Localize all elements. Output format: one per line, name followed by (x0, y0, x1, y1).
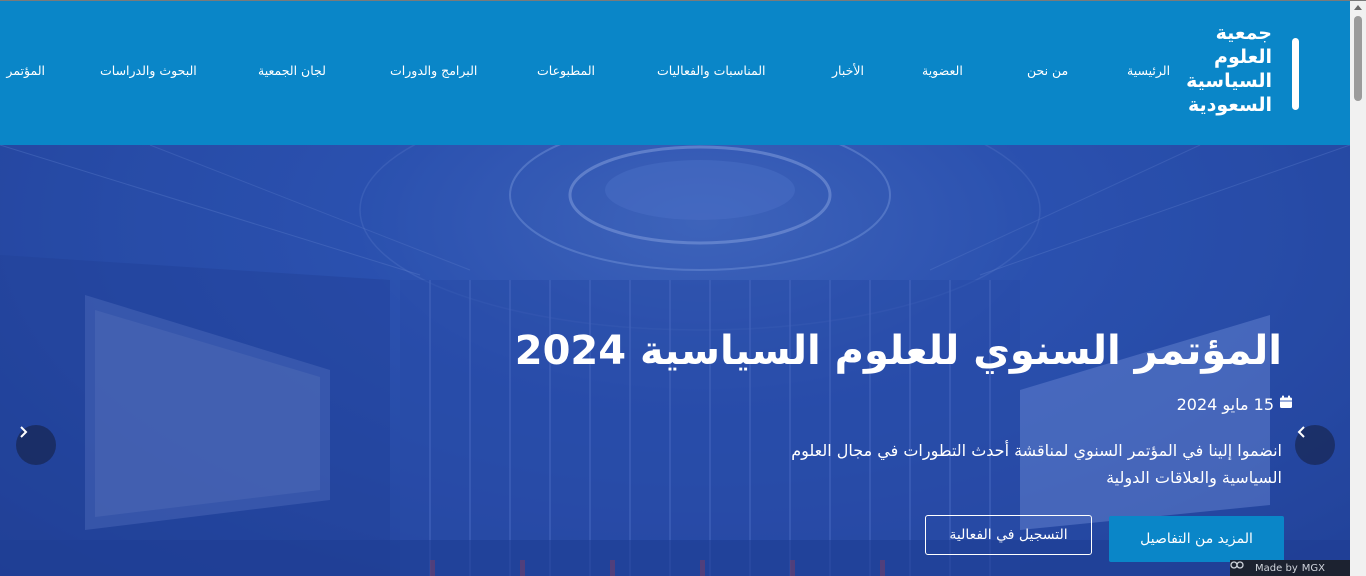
hero-slider: المؤتمر السنوي للعلوم السياسية 2024 15 م… (0, 145, 1350, 576)
hero-title: المؤتمر السنوي للعلوم السياسية 2024 (514, 328, 1282, 374)
nav-item-programs[interactable]: البرامج والدورات (390, 63, 477, 78)
hero-description: انضموا إلينا في المؤتمر السنوي لمناقشة أ… (791, 441, 1282, 487)
nav-item-events[interactable]: المناسبات والفعاليات (657, 63, 766, 78)
nav-item-about[interactable]: من نحن (1027, 63, 1068, 78)
made-by-badge[interactable]: Made by MGX (1230, 560, 1350, 576)
nav-item-membership[interactable]: العضوية (922, 63, 963, 78)
site-header: جمعية العلوم السياسية السعودية الرئيسية … (0, 1, 1350, 145)
hero-date-text: 15 مايو 2024 (1176, 395, 1274, 414)
register-event-button[interactable]: التسجيل في الفعالية (925, 515, 1092, 555)
mgx-logo-icon (1230, 561, 1244, 569)
page-scrollbar[interactable] (1350, 1, 1366, 576)
nav-item-news[interactable]: الأخبار (832, 63, 864, 78)
nav-item-home[interactable]: الرئيسية (1127, 63, 1170, 78)
slider-prev-button[interactable] (16, 425, 56, 465)
slider-next-button[interactable] (1295, 425, 1335, 465)
nav-item-publications[interactable]: المطبوعات (537, 63, 595, 78)
nav-item-research[interactable]: البحوث والدراسات (100, 63, 197, 78)
hero-date: 15 مايو 2024 (1176, 395, 1292, 414)
main-nav: الرئيسية من نحن العضوية الأخبار المناسبا… (0, 63, 1180, 87)
nav-item-conference[interactable]: المؤتمر (0, 63, 45, 78)
made-by-text: Made by (1255, 562, 1298, 574)
mgx-brand-text: MGX (1301, 562, 1325, 574)
calendar-icon (1280, 395, 1292, 408)
chevron-right-icon (20, 426, 28, 438)
chevron-left-icon (1297, 426, 1305, 438)
scroll-up-arrow-icon[interactable] (1354, 5, 1362, 10)
more-details-button[interactable]: المزيد من التفاصيل (1109, 516, 1284, 562)
logo-line: السعودية (1187, 94, 1272, 116)
logo-line: جمعية (1215, 22, 1272, 44)
nav-item-committees[interactable]: لجان الجمعية (258, 63, 326, 78)
scrollbar-thumb[interactable] (1354, 16, 1362, 101)
logo-divider (1292, 38, 1299, 110)
